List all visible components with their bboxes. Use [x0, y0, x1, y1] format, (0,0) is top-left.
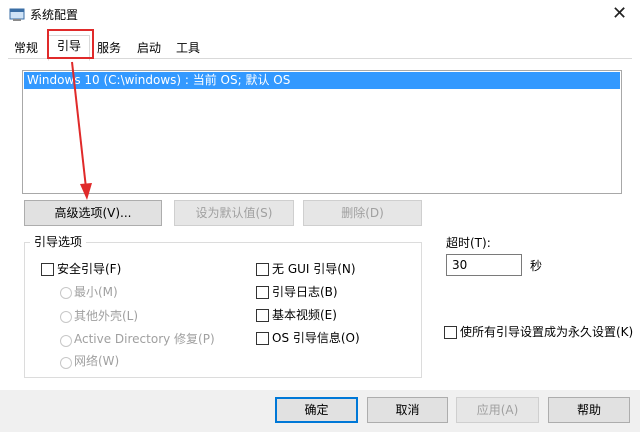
cancel-button[interactable]: 取消: [367, 397, 448, 423]
minimal-label[interactable]: 最小(M): [74, 284, 118, 300]
network-radio[interactable]: [60, 357, 72, 369]
base-video-label[interactable]: 基本视频(E): [272, 307, 337, 323]
os-list[interactable]: Windows 10 (C:\windows) : 当前 OS; 默认 OS: [22, 70, 622, 194]
alternate-shell-radio[interactable]: [60, 311, 72, 323]
boot-log-checkbox[interactable]: [256, 286, 269, 299]
boot-tab-highlight-box: [47, 29, 94, 59]
os-list-item[interactable]: Windows 10 (C:\windows) : 当前 OS; 默认 OS: [24, 72, 620, 89]
os-boot-info-checkbox[interactable]: [256, 332, 269, 345]
network-label[interactable]: 网络(W): [74, 353, 119, 369]
timeout-label: 超时(T):: [446, 236, 491, 250]
tab-strip-border: [8, 58, 632, 59]
os-boot-info-label[interactable]: OS 引导信息(O): [272, 330, 360, 346]
ad-repair-radio[interactable]: [60, 335, 72, 347]
close-icon[interactable]: ✕: [612, 4, 627, 24]
ok-button[interactable]: 确定: [275, 397, 358, 423]
timeout-input[interactable]: 30: [446, 254, 522, 276]
msconfig-app-icon: [9, 8, 25, 21]
ad-repair-label[interactable]: Active Directory 修复(P): [74, 331, 215, 347]
help-button[interactable]: 帮助: [548, 397, 630, 423]
boot-options-label: 引导选项: [30, 234, 87, 250]
base-video-checkbox[interactable]: [256, 309, 269, 322]
tab-services[interactable]: 服务: [92, 38, 126, 58]
safe-boot-checkbox[interactable]: [41, 263, 54, 276]
advanced-options-button[interactable]: 高级选项(V)...: [24, 200, 162, 226]
no-gui-boot-checkbox[interactable]: [256, 263, 269, 276]
tab-general[interactable]: 常规: [9, 38, 43, 58]
window-title: 系统配置: [30, 8, 79, 22]
minimal-radio[interactable]: [60, 287, 72, 299]
apply-button[interactable]: 应用(A): [456, 397, 539, 423]
tab-startup[interactable]: 启动: [132, 38, 166, 58]
tab-tools[interactable]: 工具: [171, 38, 205, 58]
boot-log-label[interactable]: 引导日志(B): [272, 284, 338, 300]
make-permanent-checkbox[interactable]: [444, 326, 457, 339]
safe-boot-label[interactable]: 安全引导(F): [57, 261, 121, 277]
no-gui-boot-label[interactable]: 无 GUI 引导(N): [272, 261, 356, 277]
timeout-unit-label: 秒: [530, 259, 543, 273]
make-permanent-label[interactable]: 使所有引导设置成为永久设置(K): [460, 324, 633, 340]
set-default-button[interactable]: 设为默认值(S): [174, 200, 294, 226]
alternate-shell-label[interactable]: 其他外壳(L): [74, 308, 138, 324]
title-bar: [0, 0, 640, 32]
delete-button[interactable]: 删除(D): [303, 200, 422, 226]
